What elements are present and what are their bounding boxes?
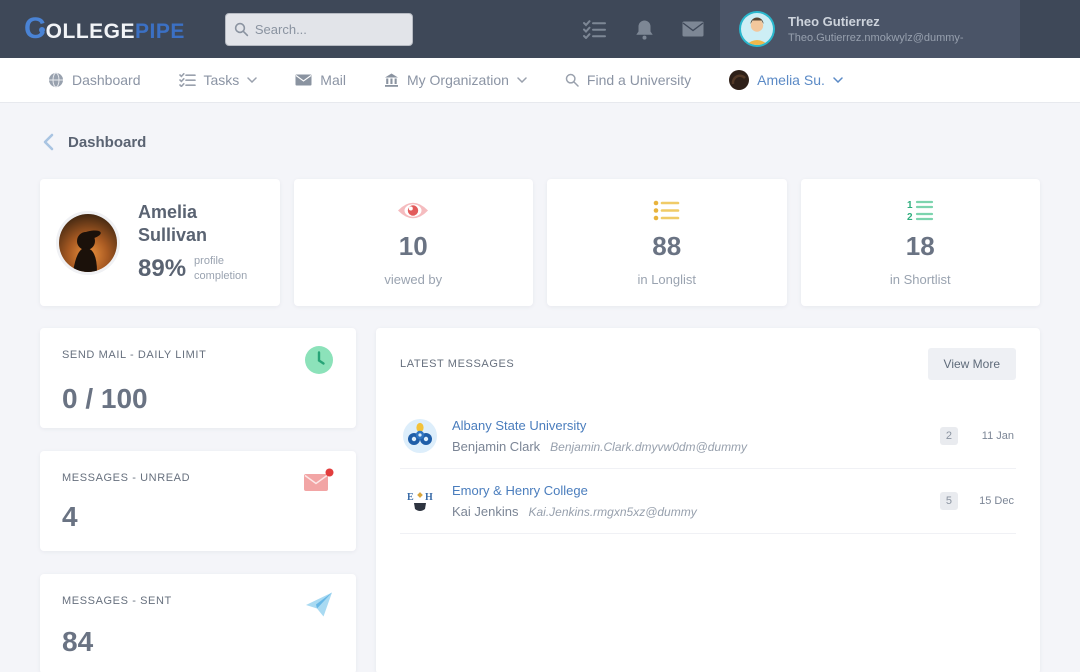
university-link[interactable]: Emory & Henry College — [452, 483, 697, 498]
message-row[interactable]: Albany State University Benjamin Clark B… — [400, 404, 1016, 469]
student-avatar — [729, 70, 750, 90]
stat-value: 88 — [652, 230, 682, 261]
contact-name: Benjamin Clark — [452, 439, 541, 454]
mail-envelope-icon — [295, 74, 312, 86]
main-nav: Dashboard Tasks Mail My Organization Fin… — [0, 58, 1080, 103]
message-row[interactable]: E H Emory & Henry College Kai Jenkins Ka… — [400, 469, 1016, 534]
page-title: Dashboard — [68, 133, 147, 151]
message-count-badge: 2 — [939, 427, 958, 445]
stat-label: in Longlist — [637, 271, 697, 287]
card-title: SEND MAIL - DAILY LIMIT — [62, 349, 207, 361]
view-more-button[interactable]: View More — [927, 348, 1016, 380]
contact-email: Kai.Jenkins.rmgxn5xz@dummy — [528, 505, 697, 519]
profile-name: Amelia Sullivan — [138, 202, 208, 245]
tasks-checklist-icon[interactable] — [583, 19, 607, 39]
nav-item-mail[interactable]: Mail — [295, 72, 346, 88]
messages-unread-card: MESSAGES - UNREAD 4 — [40, 451, 356, 551]
stat-card-longlist: 88 in Longlist — [547, 179, 787, 306]
topbar-user-menu[interactable]: Theo Gutierrez Theo.Gutierrez.nmokwylz@d… — [720, 0, 1020, 58]
search-icon — [234, 22, 249, 37]
message-count-badge: 5 — [939, 492, 958, 510]
card-value: 0 / 100 — [62, 383, 148, 414]
numbered-list-icon: 1 2 — [907, 199, 934, 222]
nav-label: Tasks — [203, 72, 240, 88]
breadcrumb: Dashboard — [42, 133, 1040, 151]
message-date: 11 Jan — [981, 430, 1014, 442]
chevron-down-icon — [517, 77, 527, 83]
search-box[interactable] — [224, 12, 413, 46]
card-value: 4 — [62, 501, 78, 532]
profile-photo — [56, 210, 120, 275]
nav-item-my-organization[interactable]: My Organization — [384, 72, 527, 88]
user-name: Theo Gutierrez — [788, 14, 880, 29]
topbar-icons — [583, 19, 704, 40]
stat-value: 10 — [398, 230, 428, 261]
latest-messages-panel: LATEST MESSAGES View More Albany State U… — [376, 328, 1040, 672]
svg-text:H: H — [425, 492, 433, 503]
clock-icon — [304, 345, 334, 375]
chevron-down-icon — [247, 77, 258, 83]
organization-building-icon — [384, 73, 399, 87]
profile-summary-card: Amelia Sullivan 89% profile completion — [40, 179, 280, 306]
app-logo[interactable]: C OLLEGE PIPE — [24, 14, 185, 44]
nav-label: Amelia Su. — [757, 72, 825, 88]
user-email: Theo.Gutierrez.nmokwylz@dummy- — [788, 32, 964, 44]
messages-sent-card: MESSAGES - SENT 84 — [40, 574, 356, 672]
stat-card-viewed-by: 10 viewed by — [293, 179, 533, 306]
top-cards-row: Amelia Sullivan 89% profile completion 1… — [40, 179, 1040, 306]
topbar-end-strip — [1020, 0, 1080, 58]
back-chevron-icon[interactable] — [42, 133, 54, 151]
left-column: SEND MAIL - DAILY LIMIT 0 / 100 MESSAGES… — [40, 328, 356, 672]
completion-label: profile completion — [194, 255, 248, 282]
nav-label: My Organization — [406, 72, 509, 88]
svg-text:E: E — [407, 492, 414, 503]
contact-email: Benjamin.Clark.dmyvw0dm@dummy — [550, 440, 748, 454]
svg-text:1: 1 — [907, 200, 913, 211]
notifications-bell-icon[interactable] — [635, 19, 654, 40]
bullet-list-icon — [653, 199, 680, 222]
send-mail-limit-card: SEND MAIL - DAILY LIMIT 0 / 100 — [40, 328, 356, 428]
main-area: SEND MAIL - DAILY LIMIT 0 / 100 MESSAGES… — [40, 328, 1040, 672]
paper-plane-icon — [304, 591, 334, 618]
stat-value: 18 — [905, 230, 935, 261]
unread-envelope-icon — [303, 468, 334, 493]
stat-label: in Shortlist — [889, 271, 951, 287]
tasks-list-icon — [178, 73, 196, 87]
eye-icon — [396, 199, 430, 222]
nav-label: Mail — [320, 72, 346, 88]
message-date: 15 Dec — [979, 495, 1014, 507]
page-content: Dashboard Amelia Sullivan 89% profile co… — [0, 103, 1080, 672]
mail-envelope-icon[interactable] — [682, 21, 704, 37]
messages-list: Albany State University Benjamin Clark B… — [400, 404, 1016, 534]
panel-title: LATEST MESSAGES — [400, 358, 515, 370]
completion-percent: 89% — [138, 255, 187, 282]
nav-item-find-a-university[interactable]: Find a University — [565, 72, 691, 88]
svg-text:2: 2 — [907, 212, 913, 222]
card-title: MESSAGES - SENT — [62, 595, 172, 607]
nav-label: Find a University — [586, 72, 692, 88]
logo-letter-c: C — [24, 12, 46, 45]
contact-name: Kai Jenkins — [452, 504, 519, 519]
stat-card-shortlist: 1 2 18 in Shortlist — [800, 179, 1040, 306]
search-input[interactable] — [254, 21, 404, 37]
nav-label: Dashboard — [72, 72, 141, 88]
topbar: C OLLEGE PIPE Search... Theo Gutierrez T… — [0, 0, 1080, 58]
dashboard-globe-icon — [48, 72, 64, 88]
profile-completion: 89% profile completion — [138, 254, 262, 284]
card-title: MESSAGES - UNREAD — [62, 472, 191, 484]
logo-text-pipe: PIPE — [135, 20, 185, 43]
stat-label: viewed by — [384, 271, 443, 287]
university-link[interactable]: Albany State University — [452, 418, 747, 433]
user-avatar — [738, 10, 776, 48]
chevron-down-icon — [833, 77, 843, 83]
nav-item-dashboard[interactable]: Dashboard — [48, 72, 141, 88]
albany-state-logo — [402, 418, 438, 454]
nav-item-current-student[interactable]: Amelia Su. — [729, 70, 843, 90]
emory-henry-logo: E H — [402, 483, 438, 519]
nav-item-tasks[interactable]: Tasks — [178, 72, 258, 88]
card-value: 84 — [62, 626, 94, 657]
search-icon — [565, 73, 579, 87]
logo-text-college: OLLEGE — [45, 20, 136, 43]
